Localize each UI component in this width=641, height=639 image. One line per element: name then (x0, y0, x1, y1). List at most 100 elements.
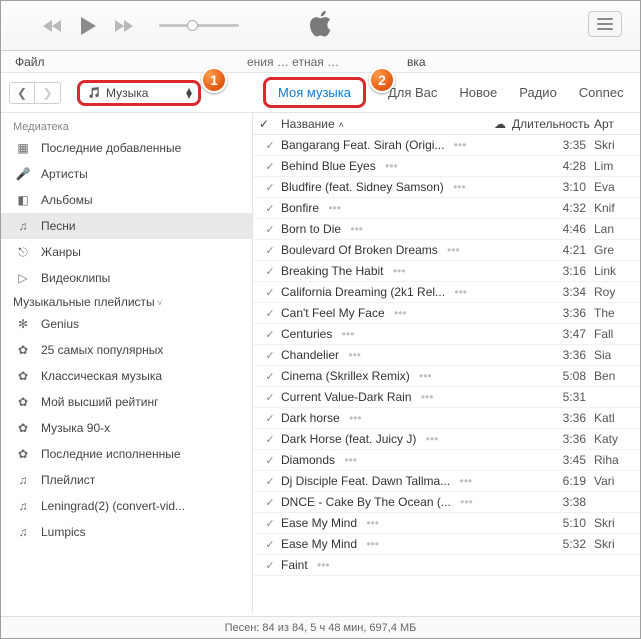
song-row[interactable]: ✓DNCE - Cake By The Ocean (... •••3:38 (253, 492, 640, 513)
playlist-icon: ✻ (15, 317, 31, 331)
check-icon: ✓ (259, 475, 281, 488)
song-row[interactable]: ✓Breaking The Habit •••3:16Link (253, 261, 640, 282)
check-icon: ✓ (259, 286, 281, 299)
column-duration[interactable]: Длительность (512, 117, 594, 131)
previous-button[interactable] (43, 19, 63, 33)
more-dots-icon[interactable]: ••• (447, 243, 460, 257)
playlist-item-6[interactable]: ♫Плейлист (1, 467, 252, 493)
song-row[interactable]: ✓Chandelier •••3:36Sia (253, 345, 640, 366)
more-dots-icon[interactable]: ••• (366, 537, 379, 551)
song-row[interactable]: ✓Dark horse •••3:36Katl (253, 408, 640, 429)
more-dots-icon[interactable]: ••• (328, 201, 341, 215)
song-row[interactable]: ✓Born to Die •••4:46Lan (253, 219, 640, 240)
check-icon: ✓ (259, 349, 281, 362)
column-cloud-icon[interactable]: ☁ (488, 117, 512, 131)
playlist-item-4[interactable]: ✿Музыка 90-х (1, 415, 252, 441)
song-row[interactable]: ✓Boulevard Of Broken Dreams •••4:21Gre (253, 240, 640, 261)
column-artist[interactable]: Арт (594, 117, 634, 131)
menu-file[interactable]: Файл (9, 53, 51, 71)
next-button[interactable] (113, 19, 133, 33)
song-row[interactable]: ✓Bludfire (feat. Sidney Samson) •••3:10E… (253, 177, 640, 198)
playlist-item-2[interactable]: ✿Классическая музыка (1, 363, 252, 389)
song-title: Centuries ••• (281, 327, 512, 341)
more-dots-icon[interactable]: ••• (454, 138, 467, 152)
playlist-item-1[interactable]: ✿25 самых популярных (1, 337, 252, 363)
tab-new[interactable]: Новое (459, 85, 497, 100)
more-dots-icon[interactable]: ••• (317, 558, 330, 572)
song-row[interactable]: ✓Bangarang Feat. Sirah (Origi... •••3:35… (253, 135, 640, 156)
sidebar-item-1[interactable]: 🎤Артисты (1, 161, 252, 187)
song-row[interactable]: ✓Current Value-Dark Rain •••5:31 (253, 387, 640, 408)
song-row[interactable]: ✓Can't Feel My Face •••3:36The (253, 303, 640, 324)
song-duration: 4:46 (512, 222, 594, 236)
list-view-button[interactable] (588, 11, 622, 37)
song-row[interactable]: ✓Dj Disciple Feat. Dawn Tallma... •••6:1… (253, 471, 640, 492)
playlist-item-0[interactable]: ✻Genius (1, 311, 252, 337)
more-dots-icon[interactable]: ••• (426, 432, 439, 446)
volume-slider[interactable] (159, 24, 239, 27)
playlist-item-5[interactable]: ✿Последние исполненные (1, 441, 252, 467)
more-dots-icon[interactable]: ••• (385, 159, 398, 173)
playlist-item-label: Музыка 90-х (41, 421, 110, 435)
more-dots-icon[interactable]: ••• (419, 369, 432, 383)
more-dots-icon[interactable]: ••• (349, 411, 362, 425)
song-artist: Lim (594, 159, 634, 173)
callout-badge-2: 2 (369, 67, 395, 93)
more-dots-icon[interactable]: ••• (350, 222, 363, 236)
song-duration: 3:36 (512, 432, 594, 446)
column-name[interactable]: Название˄ (281, 117, 488, 131)
tab-for-you[interactable]: Для Вас (388, 85, 437, 100)
media-picker-label: Музыка (106, 86, 190, 100)
song-row[interactable]: ✓Dark Horse (feat. Juicy J) •••3:36Katy (253, 429, 640, 450)
tab-connect[interactable]: Connec (579, 85, 624, 100)
check-icon: ✓ (259, 370, 281, 383)
song-row[interactable]: ✓Behind Blue Eyes •••4:28Lim (253, 156, 640, 177)
more-dots-icon[interactable]: ••• (460, 495, 473, 509)
song-row[interactable]: ✓Cinema (Skrillex Remix) •••5:08Ben (253, 366, 640, 387)
sidebar-item-label: Видеоклипы (41, 271, 110, 285)
more-dots-icon[interactable]: ••• (394, 306, 407, 320)
more-dots-icon[interactable]: ••• (344, 453, 357, 467)
song-row[interactable]: ✓Centuries •••3:47Fall (253, 324, 640, 345)
sidebar-icon: ⎋ (15, 245, 31, 260)
playlist-item-label: Плейлист (41, 473, 95, 487)
playlist-item-label: Классическая музыка (41, 369, 162, 383)
song-artist: Skri (594, 537, 634, 551)
more-dots-icon[interactable]: ••• (342, 327, 355, 341)
media-type-picker[interactable]: Музыка ▴▾ (77, 80, 201, 106)
sidebar-item-label: Альбомы (41, 193, 93, 207)
playlist-item-7[interactable]: ♫Leningrad(2) (convert-vid... (1, 493, 252, 519)
song-row[interactable]: ✓Bonfire •••4:32Knif (253, 198, 640, 219)
playlist-item-label: Последние исполненные (41, 447, 181, 461)
song-row[interactable]: ✓Diamonds •••3:45Riha (253, 450, 640, 471)
song-artist: Fall (594, 327, 634, 341)
song-row[interactable]: ✓California Dreaming (2k1 Rel... •••3:34… (253, 282, 640, 303)
song-row[interactable]: ✓Ease My Mind •••5:32Skri (253, 534, 640, 555)
more-dots-icon[interactable]: ••• (348, 348, 361, 362)
more-dots-icon[interactable]: ••• (421, 390, 434, 404)
song-row[interactable]: ✓Ease My Mind •••5:10Skri (253, 513, 640, 534)
more-dots-icon[interactable]: ••• (460, 474, 473, 488)
playlist-item-8[interactable]: ♫Lumpics (1, 519, 252, 545)
more-dots-icon[interactable]: ••• (454, 285, 467, 299)
play-button[interactable] (79, 16, 97, 36)
more-dots-icon[interactable]: ••• (453, 180, 466, 194)
sidebar-item-5[interactable]: ▷Видеоклипы (1, 265, 252, 291)
song-duration: 4:28 (512, 159, 594, 173)
sidebar-item-0[interactable]: ▦Последние добавленные (1, 135, 252, 161)
song-artist: Sia (594, 348, 634, 362)
song-row[interactable]: ✓Faint ••• (253, 555, 640, 576)
sidebar-section-playlists[interactable]: Музыкальные плейлисты ˅ (1, 291, 252, 311)
nav-back-button[interactable]: ❮ (9, 82, 35, 104)
tab-radio[interactable]: Радио (519, 85, 557, 100)
nav-forward-button[interactable]: ❯ (35, 82, 61, 104)
sidebar-item-2[interactable]: ◧Альбомы (1, 187, 252, 213)
sidebar-item-3[interactable]: ♫Песни (1, 213, 252, 239)
more-dots-icon[interactable]: ••• (366, 516, 379, 530)
playlist-item-3[interactable]: ✿Мой высший рейтинг (1, 389, 252, 415)
column-checked[interactable]: ✓ (259, 117, 281, 131)
more-dots-icon[interactable]: ••• (393, 264, 406, 278)
song-title: Behind Blue Eyes ••• (281, 159, 512, 173)
sidebar-item-4[interactable]: ⎋Жанры (1, 239, 252, 265)
tab-my-music[interactable]: Моя музыка (263, 77, 366, 108)
